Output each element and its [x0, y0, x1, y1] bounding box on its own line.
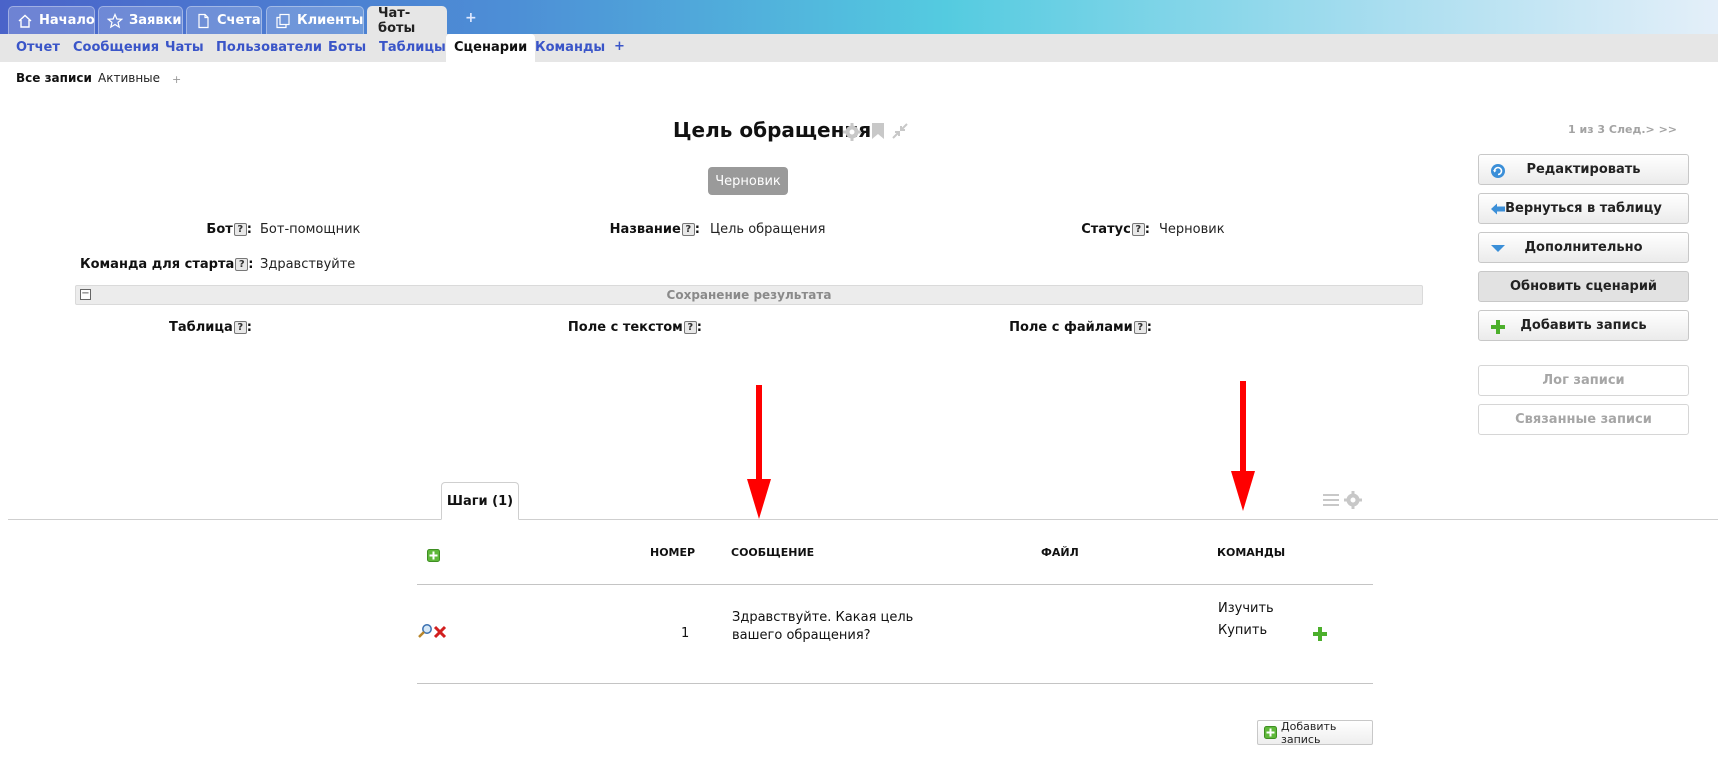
tab-users[interactable]: Пользователи — [216, 34, 322, 62]
status-badge: Черновик — [708, 167, 788, 195]
bot-field-label: Бот?: — [206, 222, 252, 237]
name-field-value: Цель обращения — [710, 222, 826, 237]
filter-all-records[interactable]: Все записи — [16, 71, 92, 85]
red-annotation-arrow — [1231, 381, 1255, 511]
text-field-label: Поле с текстом?: — [567, 320, 702, 335]
add-step-icon[interactable] — [427, 547, 440, 566]
refresh-icon — [1490, 163, 1506, 178]
filter-active[interactable]: Активные — [98, 71, 160, 85]
update-scenario-button[interactable]: Обновить сценарий — [1478, 271, 1689, 302]
table-settings-gear-icon[interactable] — [1343, 490, 1363, 514]
column-header-number[interactable]: НОМЕР — [650, 546, 695, 559]
delete-record-icon[interactable] — [433, 624, 447, 643]
table-field-label: Таблица?: — [169, 320, 252, 335]
edit-button[interactable]: Редактировать — [1478, 154, 1689, 185]
app-tab-bar: Начало Заявки Счета Клиенты Чат-боты + — [0, 0, 1718, 36]
start-command-value: Здравствуйте — [260, 257, 356, 272]
gear-icon[interactable] — [842, 122, 862, 146]
add-top-tab-button[interactable]: + — [465, 10, 477, 26]
view-record-magnifier-icon[interactable] — [417, 623, 433, 643]
save-result-section-header[interactable]: − Сохранение результата — [75, 285, 1423, 305]
help-icon[interactable]: ? — [681, 223, 695, 236]
table-footer-divider — [417, 683, 1373, 684]
column-header-commands[interactable]: КОМАНДЫ — [1217, 546, 1285, 559]
help-icon[interactable]: ? — [683, 321, 697, 334]
section-title: Сохранение результата — [666, 288, 832, 302]
collapse-arrows-icon[interactable] — [891, 122, 909, 144]
record-pager[interactable]: 1 из 3 След.> >> — [1568, 123, 1677, 136]
step-command[interactable]: Купить — [1218, 623, 1267, 638]
help-icon[interactable]: ? — [1131, 223, 1145, 236]
step-number: 1 — [681, 626, 690, 641]
tab-scenarios[interactable]: Сценарии — [446, 34, 536, 62]
module-tab-bar: Отчет Сообщения Чаты Пользователи Боты Т… — [0, 34, 1718, 62]
tab-chats[interactable]: Чаты — [165, 34, 204, 62]
column-header-message[interactable]: СООБЩЕНИЕ — [731, 546, 814, 559]
add-step-record-button[interactable]: Добавить запись — [1257, 720, 1373, 746]
more-actions-button[interactable]: Дополнительно — [1478, 232, 1689, 263]
tab-report[interactable]: Отчет — [16, 34, 60, 62]
top-tab-chatbots[interactable]: Чат-боты — [367, 6, 447, 36]
bot-field-value: Бот-помощник — [260, 222, 361, 237]
triangle-down-icon — [1490, 241, 1506, 255]
tab-steps[interactable]: Шаги (1) — [441, 482, 519, 520]
list-view-icon[interactable] — [1322, 492, 1340, 512]
name-field-label: Название?: — [609, 222, 700, 237]
arrow-left-icon — [1490, 202, 1506, 216]
help-icon[interactable]: ? — [233, 321, 247, 334]
tab-divider — [8, 519, 1718, 520]
top-tab-requests[interactable]: Заявки — [98, 6, 183, 34]
step-message: Здравствуйте. Какая цель вашего обращени… — [732, 610, 914, 643]
tab-tables[interactable]: Таблицы — [379, 34, 446, 62]
files-field-label: Поле с файлами?: — [1009, 320, 1152, 335]
star-icon — [107, 12, 123, 29]
start-command-label: Команда для старта?: — [80, 257, 254, 272]
top-tab-home[interactable]: Начало — [8, 6, 95, 34]
related-records-button[interactable]: Связанные записи — [1478, 404, 1689, 435]
status-field-value: Черновик — [1159, 222, 1225, 237]
help-icon[interactable]: ? — [235, 258, 249, 271]
step-command[interactable]: Изучить — [1218, 601, 1274, 616]
back-to-table-button[interactable]: Вернуться в таблицу — [1478, 193, 1689, 224]
tab-bots[interactable]: Боты — [328, 34, 366, 62]
status-field-label: Статус?: — [1081, 222, 1150, 237]
red-annotation-arrow — [747, 385, 771, 519]
document-icon — [195, 13, 211, 29]
help-icon[interactable]: ? — [233, 223, 247, 236]
home-icon — [17, 13, 33, 29]
copy-icon — [275, 13, 291, 29]
add-sub-tab-button[interactable]: + — [614, 39, 625, 54]
table-header-divider — [417, 584, 1373, 585]
top-tab-invoices[interactable]: Счета — [186, 6, 262, 34]
add-command-plus-icon[interactable] — [1313, 626, 1327, 645]
record-log-button[interactable]: Лог записи — [1478, 365, 1689, 396]
help-icon[interactable]: ? — [1133, 321, 1147, 334]
add-record-button[interactable]: Добавить запись — [1478, 310, 1689, 341]
plus-icon — [1490, 319, 1506, 334]
tab-messages[interactable]: Сообщения — [73, 34, 159, 62]
tab-commands[interactable]: Команды — [535, 34, 605, 62]
bookmark-icon[interactable] — [871, 122, 885, 144]
plus-icon — [1264, 726, 1277, 742]
add-filter-button[interactable]: + — [172, 73, 181, 86]
top-tab-clients[interactable]: Клиенты — [266, 6, 364, 34]
column-header-file[interactable]: ФАЙЛ — [1041, 546, 1079, 559]
